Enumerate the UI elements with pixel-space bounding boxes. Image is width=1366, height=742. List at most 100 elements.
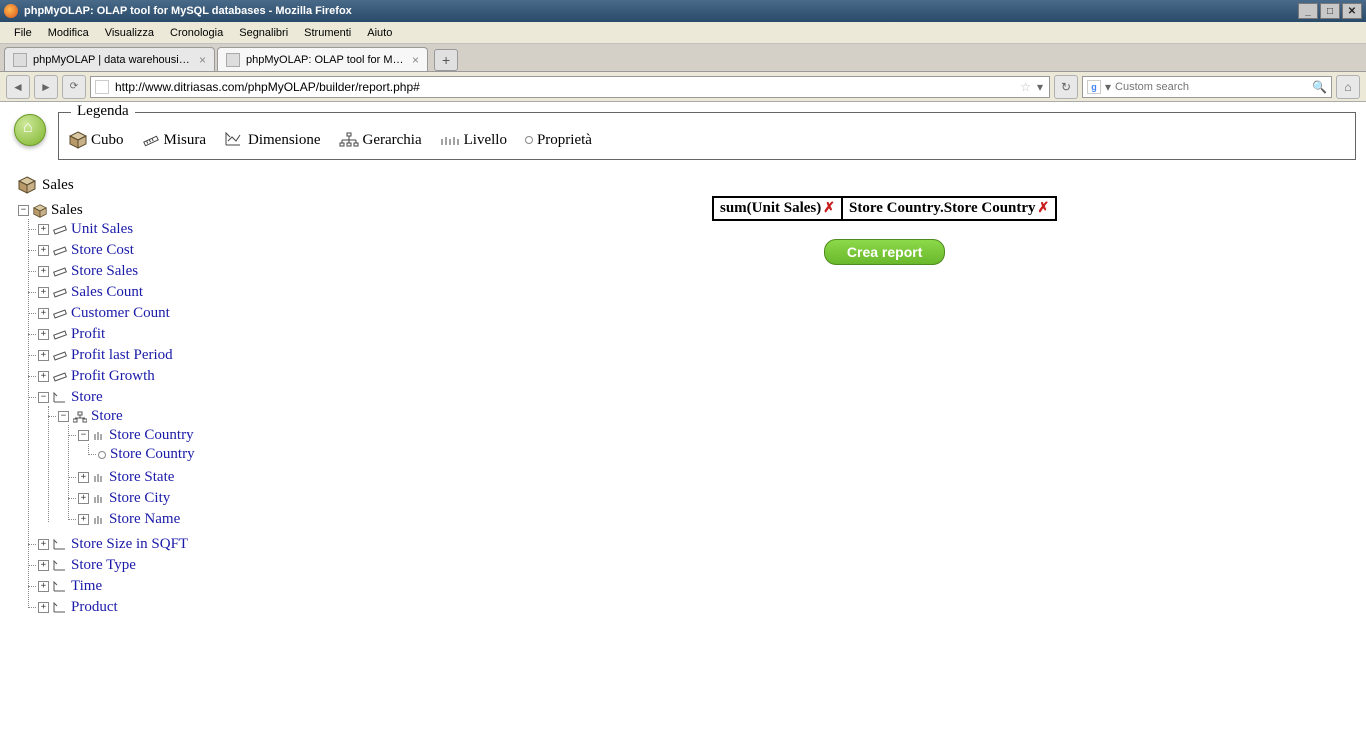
tree-toggle[interactable]: + bbox=[78, 493, 89, 504]
tree-toggle[interactable]: + bbox=[38, 539, 49, 550]
tree-toggle[interactable]: + bbox=[38, 224, 49, 235]
home-button[interactable]: ⌂ bbox=[1336, 75, 1360, 99]
menu-help[interactable]: Aiuto bbox=[359, 25, 400, 41]
level-icon bbox=[93, 473, 105, 483]
tree-toggle[interactable]: + bbox=[38, 581, 49, 592]
tree-measure[interactable]: Unit Sales bbox=[71, 221, 133, 238]
cube-header: Sales bbox=[18, 176, 1356, 194]
remove-icon[interactable]: ✗ bbox=[1038, 200, 1050, 217]
legend-measure: Misura bbox=[142, 131, 207, 149]
window-titlebar: phpMyOLAP: OLAP tool for MySQL databases… bbox=[0, 0, 1366, 22]
firefox-icon bbox=[4, 4, 18, 18]
app-home-button[interactable] bbox=[14, 114, 46, 146]
menu-history[interactable]: Cronologia bbox=[162, 25, 231, 41]
tab-1[interactable]: phpMyOLAP: OLAP tool for MySQL datab… × bbox=[217, 47, 428, 71]
tree-toggle[interactable]: + bbox=[38, 266, 49, 277]
tab-close-icon[interactable]: × bbox=[412, 53, 419, 67]
menu-tools[interactable]: Strumenti bbox=[296, 25, 359, 41]
legend-hierarchy: Gerarchia bbox=[339, 132, 422, 149]
site-icon bbox=[95, 80, 109, 94]
tree-toggle[interactable]: + bbox=[38, 287, 49, 298]
tree-dimension[interactable]: Product bbox=[71, 599, 118, 616]
tree-toggle[interactable]: − bbox=[78, 430, 89, 441]
tree-level[interactable]: Store State bbox=[109, 469, 174, 486]
cube-icon bbox=[33, 204, 47, 218]
legend-cube: Cubo bbox=[69, 131, 124, 149]
url-bar[interactable]: ☆ ▾ bbox=[90, 76, 1050, 98]
search-icon[interactable]: 🔍 bbox=[1312, 80, 1327, 94]
tree-measure[interactable]: Customer Count bbox=[71, 305, 170, 322]
menu-file[interactable]: File bbox=[6, 25, 40, 41]
tree-level[interactable]: Store Country bbox=[109, 427, 194, 444]
tree-measure[interactable]: Profit Growth bbox=[71, 368, 155, 385]
bookmark-star-icon[interactable]: ☆ bbox=[1020, 80, 1031, 94]
tree-toggle[interactable]: + bbox=[38, 308, 49, 319]
measure-icon bbox=[53, 308, 67, 320]
menu-bookmarks[interactable]: Segnalibri bbox=[231, 25, 296, 41]
tree-measure[interactable]: Store Sales bbox=[71, 263, 138, 280]
reload-button[interactable]: ⟳ bbox=[62, 75, 86, 99]
dimension-icon bbox=[53, 392, 67, 404]
dimension-icon bbox=[53, 581, 67, 593]
dimension-icon bbox=[53, 560, 67, 572]
tree-hierarchy[interactable]: Store bbox=[91, 408, 123, 425]
level-icon bbox=[93, 494, 105, 504]
tree-toggle[interactable]: + bbox=[38, 371, 49, 382]
search-engine-dropdown[interactable]: ▾ bbox=[1105, 80, 1111, 94]
tree-toggle[interactable]: + bbox=[38, 329, 49, 340]
tree-measure[interactable]: Sales Count bbox=[71, 284, 143, 301]
tree-property[interactable]: Store Country bbox=[110, 446, 195, 463]
remove-icon[interactable]: ✗ bbox=[823, 200, 835, 217]
tree-root[interactable]: Sales bbox=[51, 202, 83, 219]
url-input[interactable] bbox=[115, 80, 1016, 94]
dimension-icon bbox=[53, 539, 67, 551]
legend-level: Livello bbox=[440, 132, 507, 149]
tree-toggle[interactable]: + bbox=[78, 514, 89, 525]
menu-edit[interactable]: Modifica bbox=[40, 25, 97, 41]
menu-bar: File Modifica Visualizza Cronologia Segn… bbox=[0, 22, 1366, 44]
search-input[interactable] bbox=[1115, 81, 1312, 93]
forward-button[interactable]: ► bbox=[34, 75, 58, 99]
tree-toggle[interactable]: − bbox=[58, 411, 69, 422]
cube-icon bbox=[69, 131, 87, 149]
page-content: Legenda Cubo Misura bbox=[0, 102, 1366, 626]
drop-cell-measure[interactable]: sum(Unit Sales) ✗ bbox=[713, 197, 842, 220]
measure-icon bbox=[53, 350, 67, 362]
tab-close-icon[interactable]: × bbox=[199, 53, 206, 67]
tree-toggle[interactable]: + bbox=[78, 472, 89, 483]
tree-toggle[interactable]: − bbox=[18, 205, 29, 216]
tree-toggle[interactable]: − bbox=[38, 392, 49, 403]
tree-measure[interactable]: Store Cost bbox=[71, 242, 134, 259]
tree-level[interactable]: Store City bbox=[109, 490, 170, 507]
menu-view[interactable]: Visualizza bbox=[97, 25, 162, 41]
create-report-button[interactable]: Crea report bbox=[824, 239, 945, 265]
search-box[interactable]: g ▾ 🔍 bbox=[1082, 76, 1332, 98]
maximize-button[interactable]: □ bbox=[1320, 3, 1340, 19]
new-tab-button[interactable]: + bbox=[434, 49, 458, 71]
dimension-icon bbox=[224, 131, 244, 149]
drop-cell-dimension[interactable]: Store Country.Store Country ✗ bbox=[842, 197, 1056, 220]
tree-toggle[interactable]: + bbox=[38, 245, 49, 256]
level-icon bbox=[440, 133, 460, 147]
close-button[interactable]: ✕ bbox=[1342, 3, 1362, 19]
tree-dimension[interactable]: Time bbox=[71, 578, 102, 595]
tab-0[interactable]: phpMyOLAP | data warehousing e analisi …… bbox=[4, 47, 215, 71]
cube-icon bbox=[18, 176, 36, 194]
hierarchy-icon bbox=[73, 411, 87, 423]
go-button[interactable]: ↻ bbox=[1054, 75, 1078, 99]
tree-level[interactable]: Store Name bbox=[109, 511, 180, 528]
tree-measure[interactable]: Profit bbox=[71, 326, 105, 343]
tree-toggle[interactable]: + bbox=[38, 602, 49, 613]
url-dropdown-icon[interactable]: ▾ bbox=[1037, 80, 1043, 94]
report-builder-area: sum(Unit Sales) ✗ Store Country.Store Co… bbox=[712, 196, 1057, 265]
tree-toggle[interactable]: + bbox=[38, 350, 49, 361]
tree-measure[interactable]: Profit last Period bbox=[71, 347, 173, 364]
minimize-button[interactable]: _ bbox=[1298, 3, 1318, 19]
back-button[interactable]: ◄ bbox=[6, 75, 30, 99]
tree-dimension[interactable]: Store bbox=[71, 389, 103, 406]
google-icon: g bbox=[1087, 80, 1101, 94]
tab-strip: phpMyOLAP | data warehousing e analisi …… bbox=[0, 44, 1366, 72]
tree-toggle[interactable]: + bbox=[38, 560, 49, 571]
tree-dimension[interactable]: Store Type bbox=[71, 557, 136, 574]
tree-dimension[interactable]: Store Size in SQFT bbox=[71, 536, 188, 553]
